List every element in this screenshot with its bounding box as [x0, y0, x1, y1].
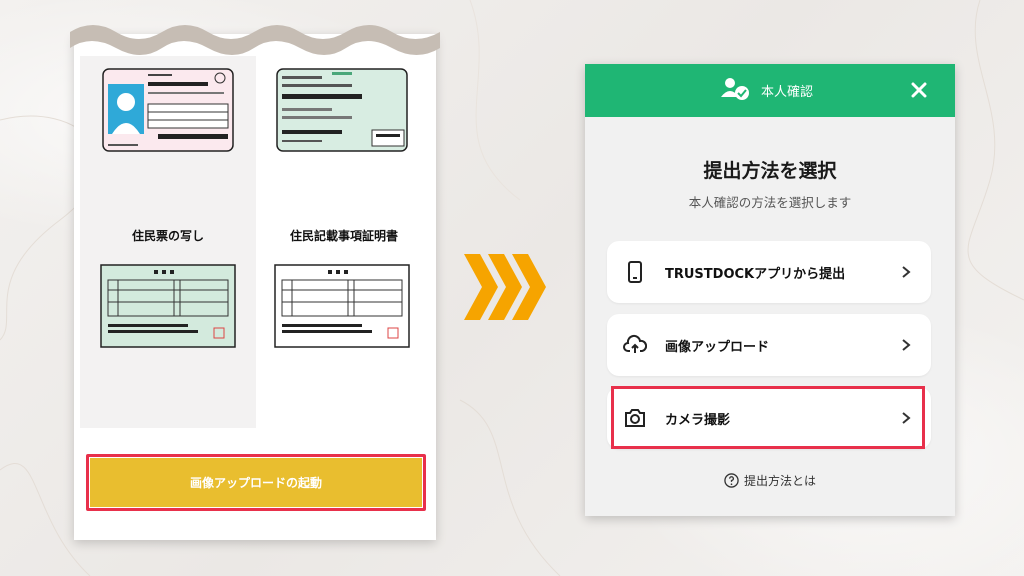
- user-verified-icon: [721, 78, 749, 100]
- help-link-label: 提出方法とは: [743, 474, 816, 488]
- cloud-upload-icon: [623, 334, 647, 353]
- kisai-document-image[interactable]: [274, 264, 410, 348]
- question-icon: [724, 473, 739, 488]
- option-label: TRUSTDOCKアプリから提出: [665, 267, 846, 282]
- document-list-panel: 住民票の写し 住民記載事項証明書 画像アップロードの起動: [70, 25, 440, 540]
- close-icon[interactable]: [911, 82, 927, 98]
- page-subtitle: 本人確認の方法を選択します: [688, 195, 852, 210]
- option-label: 画像アップロード: [665, 340, 770, 355]
- dialog-header: 本人確認: [585, 64, 955, 117]
- help-link[interactable]: 提出方法とは: [585, 472, 955, 489]
- document-label-juminhyo: 住民票の写し: [131, 229, 204, 243]
- juminhyo-document-image[interactable]: [100, 264, 236, 348]
- smartphone-icon: [628, 261, 642, 283]
- chevron-right-icon: [902, 339, 911, 351]
- torn-edge: [70, 25, 440, 55]
- dialog-title: 本人確認: [761, 85, 814, 100]
- identity-verification-dialog: 本人確認 提出方法を選択 本人確認の方法を選択します TRUSTDOCKアプリか…: [585, 64, 955, 516]
- drivers-license-image[interactable]: [276, 68, 408, 152]
- my-number-card-image[interactable]: [102, 68, 234, 152]
- chevron-right-icon: [902, 266, 911, 278]
- page-title: 提出方法を選択: [703, 160, 837, 182]
- next-arrow-icon: [464, 254, 546, 320]
- launch-image-upload-button[interactable]: 画像アップロードの起動: [90, 458, 422, 507]
- document-label-kisai: 住民記載事項証明書: [289, 229, 398, 243]
- camera-option-highlight: [611, 386, 925, 449]
- option-trustdock-app[interactable]: TRUSTDOCKアプリから提出: [607, 241, 931, 303]
- option-image-upload[interactable]: 画像アップロード: [607, 314, 931, 376]
